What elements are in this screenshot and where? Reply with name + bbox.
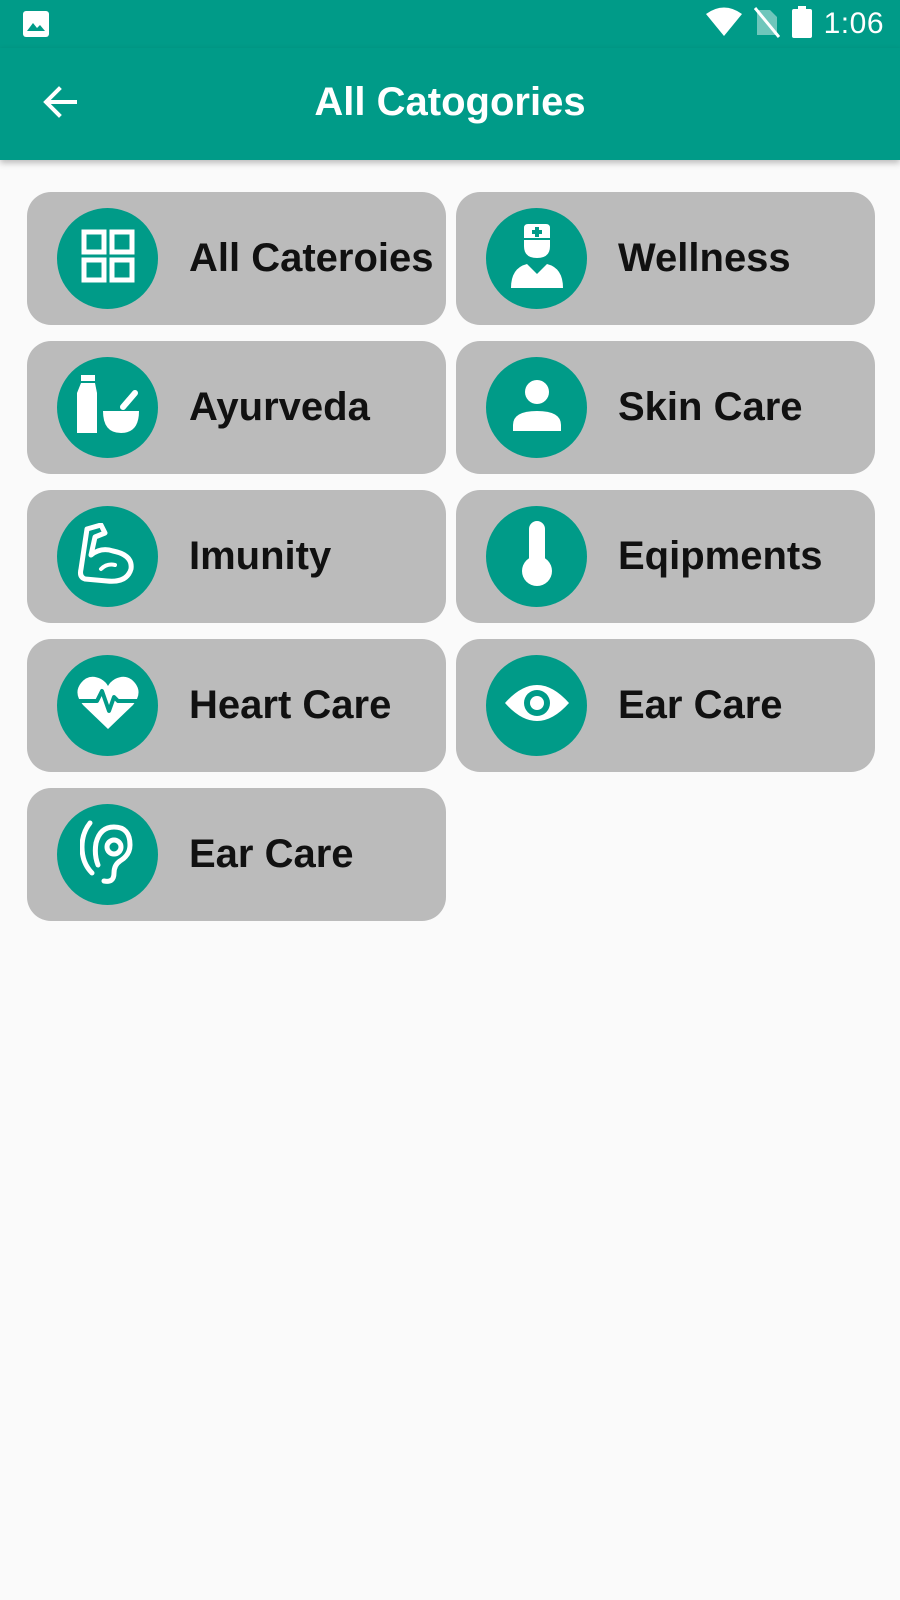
- category-card-ayurveda[interactable]: Ayurveda: [27, 341, 446, 474]
- category-card-all-categories[interactable]: All Cateroies: [27, 192, 446, 325]
- category-label: Heart Care: [189, 683, 392, 727]
- category-label: Imunity: [189, 534, 332, 578]
- category-card-wellness[interactable]: Wellness: [456, 192, 875, 325]
- category-grid: All Cateroies Wellness Ayurveda Skin Car…: [27, 192, 875, 921]
- category-icon-badge: [486, 208, 587, 309]
- category-icon-badge: [57, 506, 158, 607]
- category-icon-badge: [57, 655, 158, 756]
- image-icon: [22, 10, 50, 38]
- status-clock: 1:06: [823, 7, 884, 40]
- category-card-skin-care[interactable]: Skin Care: [456, 341, 875, 474]
- person-icon: [511, 379, 563, 436]
- category-card-eqipments[interactable]: Eqipments: [456, 490, 875, 623]
- grid-icon: [80, 228, 136, 289]
- status-bar: 1:06: [0, 0, 900, 48]
- category-label: Skin Care: [618, 385, 803, 429]
- category-label: Ayurveda: [189, 385, 370, 429]
- no-sim-icon: [753, 6, 780, 43]
- category-label: Ear Care: [618, 683, 783, 727]
- category-icon-badge: [486, 655, 587, 756]
- category-label: Wellness: [618, 236, 791, 280]
- category-icon-badge: [486, 506, 587, 607]
- thermometer-icon: [520, 521, 554, 592]
- category-label: Eqipments: [618, 534, 823, 578]
- category-label: Ear Care: [189, 832, 354, 876]
- category-icon-badge: [57, 357, 158, 458]
- battery-icon: [791, 5, 812, 43]
- ear-icon: [78, 819, 136, 890]
- eye-icon: [504, 681, 570, 730]
- heart-pulse-icon: [76, 675, 139, 736]
- category-label: All Cateroies: [189, 236, 434, 280]
- mortar-pestle-icon: [75, 375, 141, 440]
- category-card-ear-care-eye[interactable]: Ear Care: [456, 639, 875, 772]
- wifi-icon: [705, 7, 742, 42]
- category-card-heart-care[interactable]: Heart Care: [27, 639, 446, 772]
- category-icon-badge: [486, 357, 587, 458]
- app-bar: All Catogories: [0, 48, 900, 160]
- doctor-icon: [509, 224, 565, 293]
- category-card-ear-care[interactable]: Ear Care: [27, 788, 446, 921]
- category-icon-badge: [57, 208, 158, 309]
- page-title: All Catogories: [314, 80, 586, 124]
- category-card-imunity[interactable]: Imunity: [27, 490, 446, 623]
- category-icon-badge: [57, 804, 158, 905]
- flexed-arm-icon: [77, 522, 139, 590]
